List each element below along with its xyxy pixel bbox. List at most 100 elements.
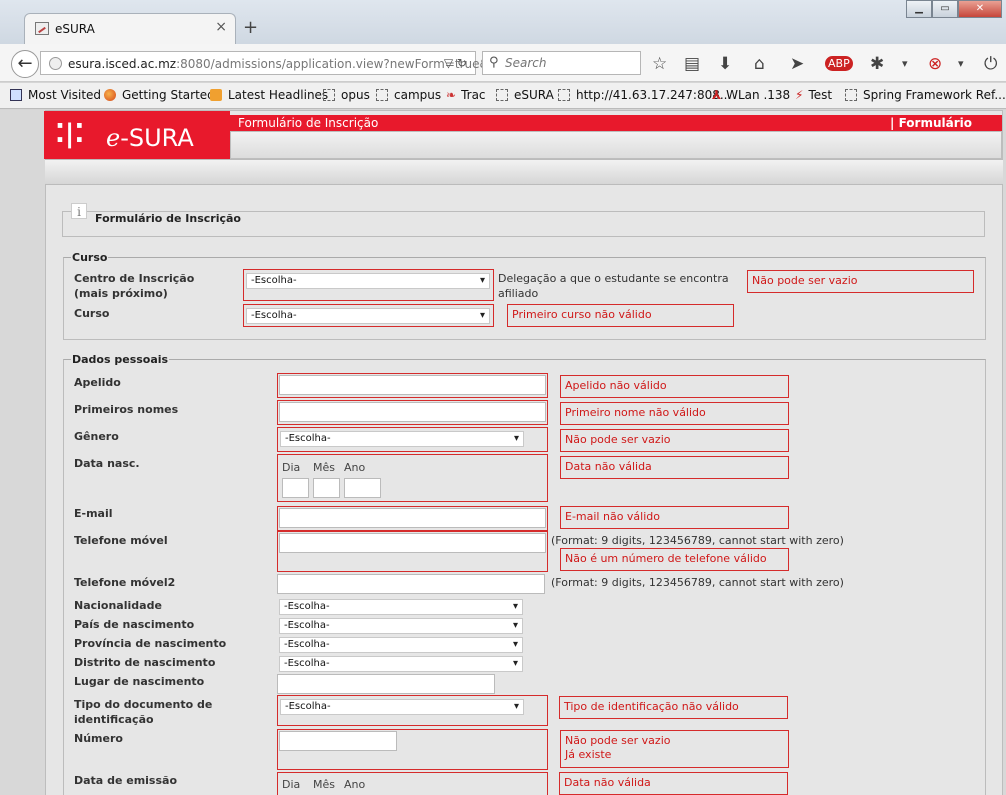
bookmark-test[interactable]: ⚡ Test [795, 88, 832, 102]
header-menu-bar: Formulário de Inscrição | Formulário [230, 115, 1002, 131]
curso-select[interactable]: -Escolha- [246, 308, 490, 324]
lugar-input[interactable] [277, 674, 495, 694]
bookmark-trac[interactable]: ❧ Trac [446, 88, 486, 102]
logo-icon: ⁚|⁚ [55, 119, 85, 149]
dropdown-icon[interactable]: ▾ [902, 57, 908, 70]
menu-dropdown-icon[interactable]: ▾ [958, 57, 964, 70]
formulario-link[interactable]: | Formulário [890, 116, 972, 130]
centro-error: Não pode ser vazio [747, 270, 974, 293]
download-icon[interactable]: ⬇ [718, 54, 732, 74]
bookmark-ip[interactable]: http://41.63.17.247:808... [558, 88, 731, 102]
numero-input[interactable] [279, 731, 397, 751]
firefox-icon [104, 89, 116, 101]
navigation-toolbar: ← esura.isced.ac.mz:8080/admissions/appl… [0, 44, 1006, 82]
search-input[interactable] [505, 55, 635, 71]
apelido-input[interactable] [279, 375, 546, 395]
distrito-label: Distrito de nascimento [74, 656, 216, 669]
nacionalidade-select[interactable]: -Escolha- [279, 599, 523, 615]
numero-error-exists: Já existe [565, 748, 612, 761]
url-text[interactable]: esura.isced.ac.mz:8080/admissions/applic… [68, 57, 489, 71]
home-icon[interactable]: ⌂ [754, 54, 765, 74]
numero-label: Número [74, 732, 123, 745]
dados-pessoais-legend: Dados pessoais [71, 353, 170, 366]
globe-icon [49, 57, 62, 70]
reading-list-icon[interactable]: ▤ [684, 54, 700, 74]
rss-icon [210, 89, 222, 101]
bookmark-latest-headlines[interactable]: Latest Headlines [210, 88, 328, 102]
search-icon: ⚲ [489, 55, 499, 70]
distrito-select[interactable]: -Escolha- [279, 656, 523, 672]
search-bar[interactable]: ⚲ [482, 51, 641, 75]
telefone-error: Não é um número de telefone válido [560, 548, 789, 571]
page-icon [496, 89, 508, 101]
telefone-input[interactable] [279, 533, 546, 553]
bug-icon[interactable]: ✱ [870, 54, 884, 74]
page-icon [558, 89, 570, 101]
bookmark-campus[interactable]: campus [376, 88, 441, 102]
bookmark-opus[interactable]: opus [323, 88, 370, 102]
genero-label: Gênero [74, 430, 119, 443]
stop-icon[interactable]: ⊗ [928, 54, 942, 74]
pais-select[interactable]: -Escolha- [279, 618, 523, 634]
bookmarks-toolbar: Most Visited Getting Started Latest Head… [0, 83, 1006, 109]
data-nasc-label: Data nasc. [74, 457, 140, 470]
birth-month-input[interactable] [313, 478, 340, 498]
date-dia-label: Dia [282, 461, 301, 474]
bookmark-wlan[interactable]: ⅄ WLan .138 [712, 88, 790, 102]
telefone2-hint: (Format: 9 digits, 123456789, cannot sta… [551, 576, 844, 589]
email-error: E-mail não válido [560, 506, 789, 529]
page-icon [845, 89, 857, 101]
page-container: ⁚|⁚ e-SURA Formulário de Inscrição | For… [44, 110, 1003, 795]
birth-year-input[interactable] [344, 478, 381, 498]
centro-hint: Delegação a que o estudante se encontra … [498, 272, 729, 300]
date-mes-label: Mês [313, 461, 335, 474]
centro-select[interactable]: -Escolha- [246, 273, 490, 289]
bookmark-most-visited[interactable]: Most Visited [10, 88, 101, 102]
bookmark-folder-icon [10, 89, 22, 101]
power-icon[interactable]: ⏻ [984, 54, 997, 74]
emissao-dia-label: Dia [282, 778, 301, 791]
curso-legend: Curso [71, 251, 109, 264]
maximize-button[interactable]: ▭ [932, 0, 958, 18]
emissao-ano-label: Ano [344, 778, 366, 791]
tipo-documento-label: Tipo do documento de identificação [74, 698, 213, 726]
adblock-icon[interactable]: ABP [825, 56, 853, 71]
page-icon [323, 89, 335, 101]
birth-day-input[interactable] [282, 478, 309, 498]
primeiros-nomes-input[interactable] [279, 402, 546, 422]
send-icon[interactable]: ➤ [790, 54, 804, 74]
minimize-button[interactable]: ▁ [906, 0, 932, 18]
browser-tab[interactable]: eSURA × [24, 13, 236, 44]
form-info-box: i Formulário de Inscrição [62, 203, 985, 237]
provincia-label: Província de nascimento [74, 637, 227, 650]
back-button[interactable]: ← [11, 50, 39, 78]
browser-titlebar: eSURA × + ▁ ▭ ✕ [0, 0, 1006, 44]
reload-icon[interactable]: ▽ ↻ [444, 56, 467, 70]
numero-error-empty: Não pode ser vazio [565, 734, 671, 747]
close-tab-icon[interactable]: × [215, 19, 227, 35]
logo-text: e-SURA [106, 124, 194, 152]
curso-label: Curso [74, 307, 110, 320]
telefone-hint: (Format: 9 digits, 123456789, cannot sta… [551, 534, 844, 547]
genero-select[interactable]: -Escolha- [280, 431, 524, 447]
telefone2-input[interactable] [277, 574, 545, 594]
window-controls: ▁ ▭ ✕ [906, 0, 1002, 20]
bookmark-star-icon[interactable]: ☆ [652, 54, 667, 74]
provincia-select[interactable]: -Escolha- [279, 637, 523, 653]
bookmark-esura[interactable]: eSURA [496, 88, 554, 102]
apelido-error: Apelido não válido [560, 375, 789, 398]
page-icon [376, 89, 388, 101]
genero-error: Não pode ser vazio [560, 429, 789, 452]
email-input[interactable] [279, 508, 546, 528]
paw-icon: ❧ [446, 88, 457, 102]
url-bar[interactable]: esura.isced.ac.mz:8080/admissions/applic… [40, 51, 489, 75]
nomes-label: Primeiros nomes [74, 403, 179, 416]
header-submenu-bar [230, 131, 1002, 159]
form-heading: Formulário de Inscrição [93, 212, 243, 225]
bookmark-spring[interactable]: Spring Framework Ref... [845, 88, 1006, 102]
tipo-documento-select[interactable]: -Escolha- [280, 699, 524, 715]
bookmark-getting-started[interactable]: Getting Started [104, 88, 215, 102]
new-tab-button[interactable]: + [243, 17, 258, 38]
esura-logo[interactable]: ⁚|⁚ e-SURA [44, 111, 230, 159]
close-window-button[interactable]: ✕ [958, 0, 1002, 18]
